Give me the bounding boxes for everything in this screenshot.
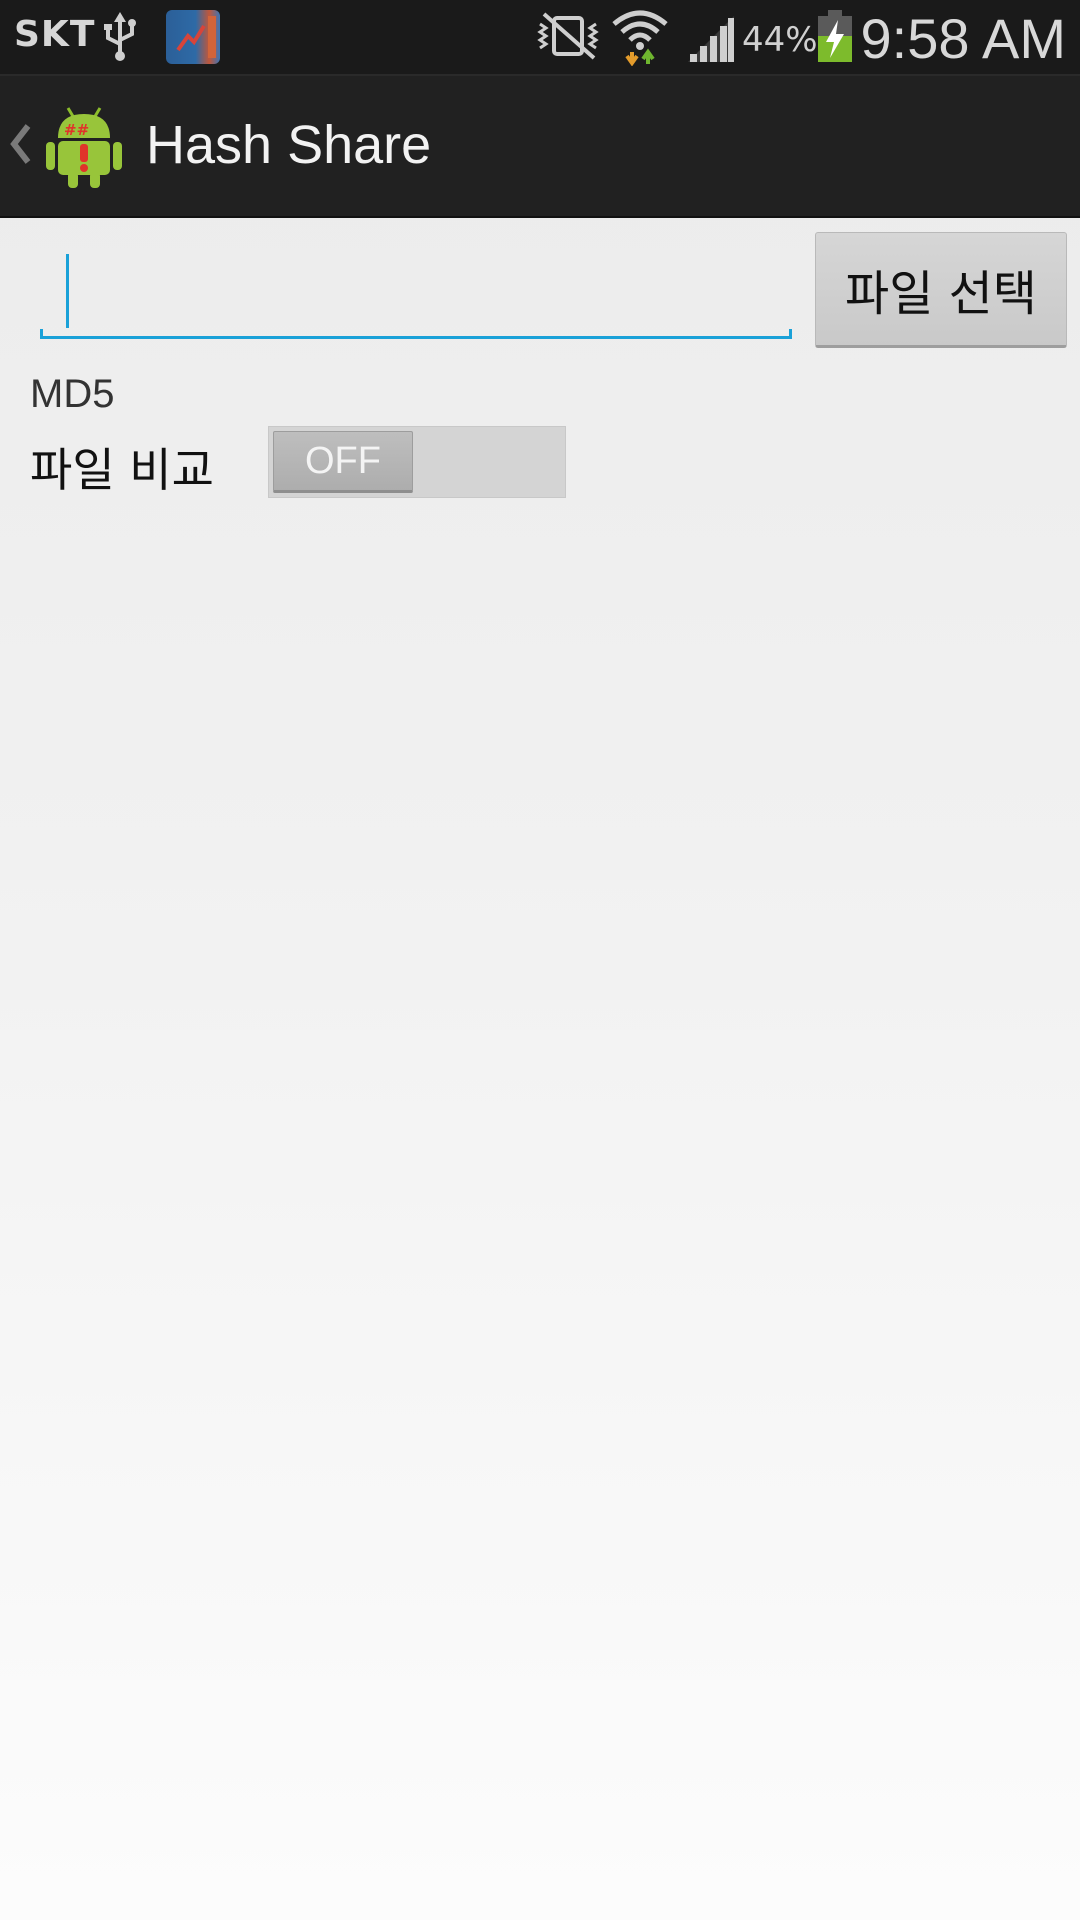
file-compare-switch[interactable]: OFF [268, 426, 566, 498]
hash-algorithm-label: MD5 [30, 372, 115, 416]
text-cursor [66, 254, 69, 328]
usb-icon [100, 10, 140, 64]
switch-state-label: OFF [305, 439, 381, 482]
file-compare-label: 파일 비교 [30, 443, 214, 497]
wifi-icon [610, 8, 670, 67]
action-bar: ## Hash Share [0, 76, 1080, 218]
status-bar: SKT 44% 9:58 AM [0, 0, 1080, 76]
android-hash-logo-icon[interactable]: ## [44, 102, 124, 190]
chevron-left-icon[interactable] [8, 122, 34, 166]
signal-icon [686, 14, 736, 64]
carrier-name: SKT [14, 14, 96, 55]
vibrate-mute-icon [536, 10, 600, 62]
svg-text:##: ## [64, 121, 89, 139]
notification-app-icon [166, 10, 220, 64]
battery-charging-icon [816, 8, 854, 64]
file-select-button[interactable]: 파일 선택 [815, 232, 1067, 348]
app-title: Hash Share [146, 115, 432, 175]
status-clock: 9:58 AM [860, 7, 1066, 70]
file-path-input[interactable] [40, 246, 792, 342]
input-underline [40, 329, 792, 339]
switch-thumb[interactable]: OFF [273, 431, 413, 493]
battery-percent: 44% [742, 20, 818, 60]
